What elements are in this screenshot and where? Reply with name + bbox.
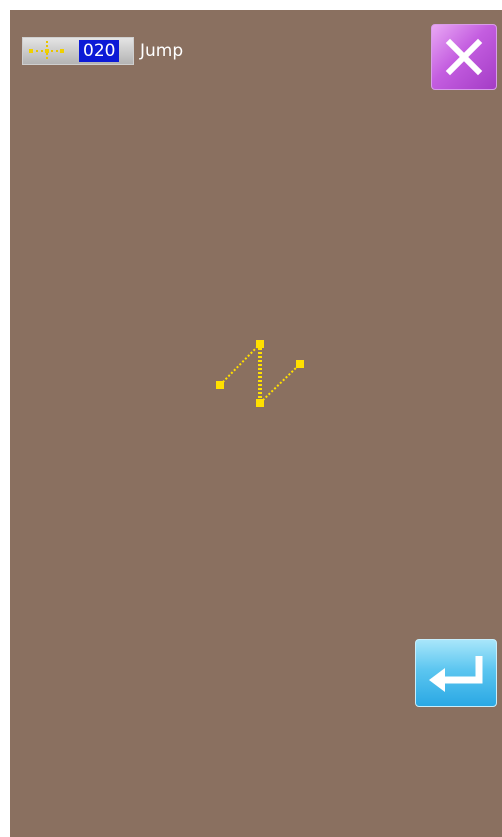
stitch-pattern-preview	[216, 340, 304, 407]
close-icon	[445, 38, 483, 76]
stitch-info-bar: 020 Jump	[22, 36, 183, 66]
needle-point	[296, 360, 304, 368]
needle-point	[256, 399, 264, 407]
needle-point	[216, 381, 224, 389]
enter-return-icon	[429, 656, 483, 692]
jump-stitch-icon	[23, 38, 71, 64]
stitch-line-c	[259, 363, 301, 404]
stitch-number: 020	[79, 40, 120, 62]
stitch-line-a	[219, 343, 261, 386]
mode-label: Jump	[140, 41, 184, 61]
stitch-info-box: 020	[22, 37, 134, 65]
enter-button[interactable]	[415, 639, 497, 707]
main-screen: 020 Jump	[10, 10, 502, 837]
close-button[interactable]	[431, 24, 497, 90]
needle-point	[256, 340, 264, 348]
